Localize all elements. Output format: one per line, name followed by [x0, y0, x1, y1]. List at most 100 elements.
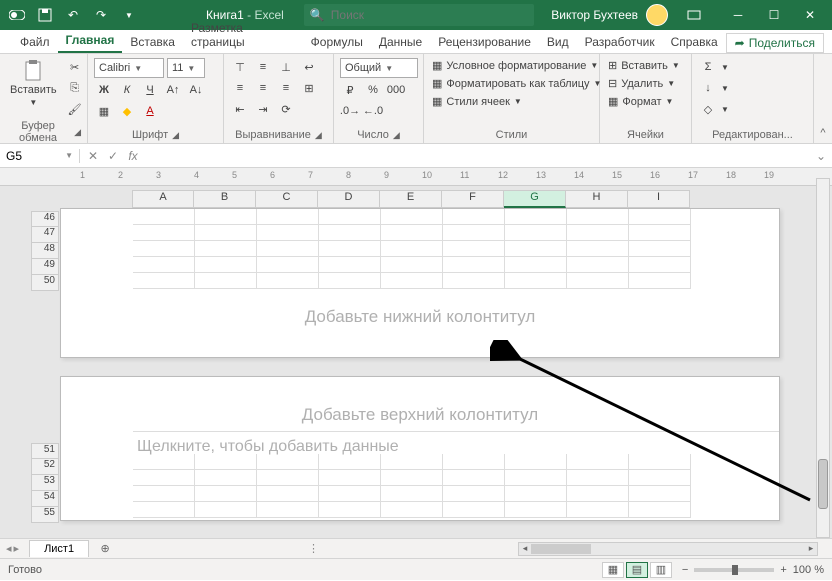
font-size-combo[interactable]: 11▼	[167, 58, 205, 78]
name-box[interactable]: G5▼	[0, 149, 80, 163]
insert-cells-button[interactable]: ⊞Вставить▼	[606, 58, 682, 73]
sheet-nav-next[interactable]: ▸	[14, 542, 20, 555]
bold-button[interactable]: Ж	[94, 81, 114, 99]
ribbon-display-icon[interactable]	[676, 0, 712, 30]
copy-icon[interactable]: ⎘	[65, 79, 85, 97]
row-header[interactable]: 46	[31, 211, 59, 227]
close-icon[interactable]: ✕	[792, 0, 828, 30]
font-color-button[interactable]: A	[140, 102, 160, 120]
tab-view[interactable]: Вид	[539, 31, 577, 53]
tab-insert[interactable]: Вставка	[122, 31, 183, 53]
delete-cells-button[interactable]: ⊟Удалить▼	[606, 76, 677, 91]
user-name[interactable]: Виктор Бухтеев	[551, 8, 638, 22]
sheet-nav-prev[interactable]: ◂	[6, 542, 12, 555]
col-header[interactable]: F	[442, 190, 504, 208]
zoom-slider[interactable]	[694, 568, 774, 572]
view-page-layout-button[interactable]: ▤	[626, 562, 648, 578]
font-launcher[interactable]: ◢	[172, 130, 179, 141]
align-top-button[interactable]: ⊤	[230, 58, 250, 76]
row-header[interactable]: 54	[31, 491, 59, 507]
tab-home[interactable]: Главная	[58, 29, 123, 53]
decrease-font-button[interactable]: A↓	[186, 81, 206, 99]
share-button[interactable]: ➦ Поделиться	[726, 33, 824, 53]
row-header[interactable]: 47	[31, 227, 59, 243]
zoom-out-button[interactable]: −	[682, 564, 688, 576]
row-header[interactable]: 52	[31, 459, 59, 475]
col-header[interactable]: E	[380, 190, 442, 208]
tab-help[interactable]: Справка	[663, 31, 726, 53]
view-page-break-button[interactable]: ▥	[650, 562, 672, 578]
row-header[interactable]: 48	[31, 243, 59, 259]
number-format-combo[interactable]: Общий▼	[340, 58, 418, 78]
minimize-icon[interactable]: ─	[720, 0, 756, 30]
decrease-indent-button[interactable]: ⇤	[230, 100, 250, 118]
increase-decimal-button[interactable]: .0→	[340, 102, 360, 120]
view-normal-button[interactable]: ▦	[602, 562, 624, 578]
row-header[interactable]: 49	[31, 259, 59, 275]
row-header[interactable]: 50	[31, 275, 59, 291]
col-header[interactable]: B	[194, 190, 256, 208]
format-as-table-button[interactable]: ▦Форматировать как таблицу▼	[430, 76, 603, 91]
tab-review[interactable]: Рецензирование	[430, 31, 539, 53]
percent-button[interactable]: %	[363, 81, 383, 99]
merge-button[interactable]: ⊞	[299, 79, 319, 97]
add-sheet-button[interactable]: ⊕	[95, 542, 115, 555]
col-header[interactable]: D	[318, 190, 380, 208]
maximize-icon[interactable]: ☐	[756, 0, 792, 30]
cells-grid[interactable]: Щелкните, чтобы добавить данные	[133, 431, 779, 518]
scroll-split[interactable]: ⋮	[308, 542, 319, 555]
orientation-button[interactable]: ⟳	[276, 100, 296, 118]
align-middle-button[interactable]: ≡	[253, 58, 273, 76]
increase-indent-button[interactable]: ⇥	[253, 100, 273, 118]
col-header[interactable]: A	[132, 190, 194, 208]
align-center-button[interactable]: ≡	[253, 79, 273, 97]
scroll-right[interactable]: ▸	[805, 543, 817, 554]
scroll-left[interactable]: ◂	[519, 543, 531, 554]
col-header[interactable]: H	[566, 190, 628, 208]
footer-placeholder[interactable]: Добавьте нижний колонтитул	[61, 289, 779, 337]
underline-button[interactable]: Ч	[140, 81, 160, 99]
enter-formula-button[interactable]: ✓	[104, 149, 122, 163]
zoom-in-button[interactable]: +	[780, 564, 786, 576]
undo-icon[interactable]: ↶	[62, 4, 84, 26]
expand-formula-bar[interactable]: ⌄	[810, 149, 832, 163]
search-input[interactable]	[331, 8, 528, 22]
wrap-text-button[interactable]: ↩	[299, 58, 319, 76]
fill-button[interactable]: ↓	[698, 79, 718, 97]
tab-data[interactable]: Данные	[371, 31, 430, 53]
search-box[interactable]: 🔍	[304, 4, 534, 26]
cell-styles-button[interactable]: ▦Стили ячеек▼	[430, 94, 524, 109]
row-header[interactable]: 55	[31, 507, 59, 523]
tab-file[interactable]: Файл	[12, 31, 58, 53]
avatar[interactable]	[646, 4, 668, 26]
italic-button[interactable]: К	[117, 81, 137, 99]
align-bottom-button[interactable]: ⊥	[276, 58, 296, 76]
tab-developer[interactable]: Разработчик	[577, 31, 663, 53]
cancel-formula-button[interactable]: ✕	[84, 149, 102, 163]
scrollbar-thumb[interactable]	[818, 459, 828, 509]
row-header[interactable]: 53	[31, 475, 59, 491]
cut-icon[interactable]: ✂	[65, 58, 85, 76]
data-placeholder[interactable]: Щелкните, чтобы добавить данные	[133, 432, 691, 456]
redo-icon[interactable]: ↷	[90, 4, 112, 26]
decrease-decimal-button[interactable]: ←.0	[363, 102, 383, 120]
scrollbar-thumb[interactable]	[531, 544, 591, 554]
vertical-scrollbar[interactable]	[816, 178, 830, 538]
collapse-ribbon-button[interactable]: ^	[814, 54, 832, 143]
cells-grid[interactable]	[133, 209, 779, 289]
save-icon[interactable]	[34, 4, 56, 26]
col-header[interactable]: C	[256, 190, 318, 208]
format-painter-icon[interactable]: 🖌	[65, 100, 85, 118]
borders-button[interactable]: ▦	[94, 102, 114, 120]
font-name-combo[interactable]: Calibri▼	[94, 58, 164, 78]
align-right-button[interactable]: ≡	[276, 79, 296, 97]
comma-button[interactable]: 000	[386, 81, 406, 99]
format-cells-button[interactable]: ▦Формат▼	[606, 94, 675, 109]
fx-button[interactable]: fx	[124, 149, 142, 163]
sheet-tab-active[interactable]: Лист1	[29, 540, 89, 557]
align-launcher[interactable]: ◢	[315, 130, 322, 141]
header-placeholder[interactable]: Добавьте верхний колонтитул	[61, 377, 779, 431]
align-left-button[interactable]: ≡	[230, 79, 250, 97]
paste-button[interactable]: Вставить ▼	[6, 58, 61, 109]
increase-font-button[interactable]: A↑	[163, 81, 183, 99]
